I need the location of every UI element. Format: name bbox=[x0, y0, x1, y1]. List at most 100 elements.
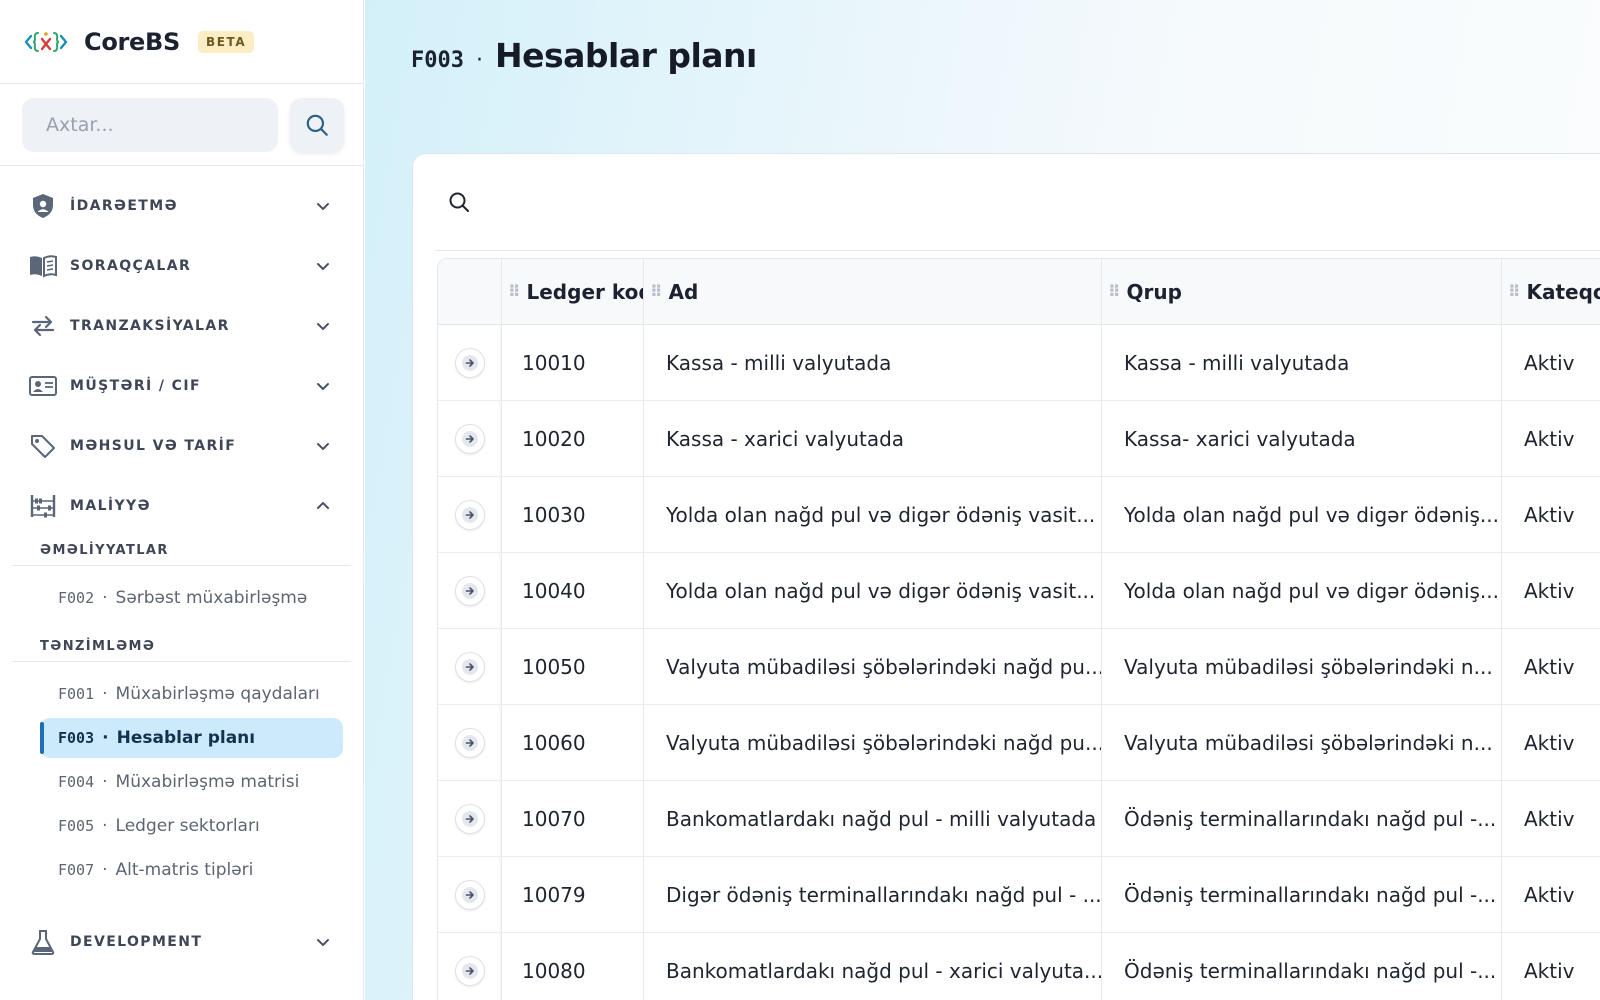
shield-user-icon bbox=[28, 191, 58, 221]
item-separator: · bbox=[102, 588, 108, 608]
open-row-button[interactable] bbox=[454, 347, 485, 378]
column-label: Qrup bbox=[1126, 279, 1182, 304]
arrow-right-icon bbox=[461, 658, 478, 675]
cell-group: Yolda olan nağd pul və digər ödəniş... bbox=[1102, 477, 1502, 552]
sidebar-item-f004[interactable]: F004 · Müxabirləşmə matrisi bbox=[40, 762, 343, 802]
arrow-right-icon bbox=[461, 354, 478, 371]
drag-handle-icon[interactable]: ⠿ bbox=[1508, 282, 1520, 301]
open-row-button[interactable] bbox=[454, 803, 485, 834]
table-row[interactable]: 10080 Bankomatlardakı nağd pul - xarici v… bbox=[438, 933, 1600, 1000]
cell-category: Aktiv bbox=[1524, 350, 1575, 375]
beta-badge: BETA bbox=[198, 30, 255, 53]
cell-ledger-code: 10040 bbox=[502, 553, 644, 628]
drag-handle-icon[interactable]: ⠿ bbox=[1108, 282, 1120, 301]
column-header-ledger-code[interactable]: ⠿ Ledger kodu bbox=[502, 259, 644, 324]
chevron-down-icon bbox=[317, 939, 329, 947]
table-row[interactable]: 10030 Yolda olan nağd pul və digər ödəniş… bbox=[438, 477, 1600, 553]
row-action-cell bbox=[438, 401, 502, 476]
item-code: F005 bbox=[58, 817, 95, 835]
card-divider bbox=[435, 250, 1600, 251]
cell-ledger-code: 10060 bbox=[502, 705, 644, 780]
sidebar-item-f003[interactable]: F003 · Hesablar planı bbox=[40, 718, 343, 758]
cell-category: Aktiv bbox=[1524, 806, 1575, 831]
cell-name: Valyuta mübadiləsi şöbələrindəki nağd pu… bbox=[644, 705, 1102, 780]
open-row-button[interactable] bbox=[454, 879, 485, 910]
nav-group-idaretme[interactable]: İDARƏETMƏ bbox=[0, 176, 363, 236]
cell-ledger-code: 10020 bbox=[502, 401, 644, 476]
open-row-button[interactable] bbox=[454, 575, 485, 606]
nav-group-soraqcalar[interactable]: SORAQÇALAR bbox=[0, 236, 363, 296]
table-row[interactable]: 10060 Valyuta mübadiləsi şöbələrindəki na… bbox=[438, 705, 1600, 781]
column-header-group[interactable]: ⠿ Qrup bbox=[1102, 259, 1502, 324]
cell-name: Yolda olan nağd pul və digər ödəniş vasi… bbox=[644, 477, 1102, 552]
arrow-right-icon bbox=[461, 582, 478, 599]
table-search[interactable] bbox=[413, 154, 1600, 250]
sidebar-nav: İDARƏETMƏ SORAQÇALAR TRANZAKSİYALAR MÜŞT… bbox=[0, 166, 363, 972]
cell-ledger-code: 10010 bbox=[502, 325, 644, 400]
nav-group-tranzaksiyalar[interactable]: TRANZAKSİYALAR bbox=[0, 296, 363, 356]
nav-group-label: DEVELOPMENT bbox=[70, 934, 203, 950]
sidebar-search bbox=[0, 84, 363, 166]
cell-name: Bankomatlardakı nağd pul - xarici valyut… bbox=[644, 933, 1102, 1000]
main-content: F003 · Hesablar planı ⠿ Ledger kodu ⠿ Ad bbox=[365, 0, 1600, 1000]
drag-handle-icon[interactable]: ⠿ bbox=[508, 282, 520, 301]
sidebar-item-f005[interactable]: F005 · Ledger sektorları bbox=[40, 806, 343, 846]
row-action-cell bbox=[438, 629, 502, 704]
row-action-cell bbox=[438, 857, 502, 932]
table-row[interactable]: 10040 Yolda olan nağd pul və digər ödəniş… bbox=[438, 553, 1600, 629]
column-header-name[interactable]: ⠿ Ad bbox=[644, 259, 1102, 324]
tag-icon bbox=[28, 431, 58, 461]
nav-group-label: MƏHSUL VƏ TARİF bbox=[70, 438, 237, 454]
search-icon bbox=[306, 114, 328, 136]
sidebar-item-f002[interactable]: F002 · Sərbəst müxabirləşmə bbox=[40, 578, 343, 618]
sidebar-item-f007[interactable]: F007 · Alt-matris tipləri bbox=[40, 850, 343, 890]
cell-category: Aktiv bbox=[1524, 426, 1575, 451]
item-separator: · bbox=[102, 684, 108, 704]
item-code: F003 bbox=[58, 729, 95, 747]
table-row[interactable]: 10020 Kassa - xarici valyutada Kassa- xari… bbox=[438, 401, 1600, 477]
arrow-right-icon bbox=[461, 962, 478, 979]
brand-name: CoreBS bbox=[84, 27, 180, 56]
nav-group-development[interactable]: DEVELOPMENT bbox=[0, 912, 363, 972]
nav-group-mehsul-tarif[interactable]: MƏHSUL VƏ TARİF bbox=[0, 416, 363, 476]
nav-group-musteri-cif[interactable]: MÜŞTƏRİ / CIF bbox=[0, 356, 363, 416]
sidebar-search-input[interactable] bbox=[22, 97, 278, 152]
cell-group: Yolda olan nağd pul və digər ödəniş... bbox=[1102, 553, 1502, 628]
cell-category: Aktiv bbox=[1524, 578, 1575, 603]
cell-category: Aktiv bbox=[1524, 654, 1575, 679]
open-row-button[interactable] bbox=[454, 651, 485, 682]
item-code: F004 bbox=[58, 773, 95, 791]
flask-icon bbox=[28, 927, 58, 957]
nav-group-label: MALİYYƏ bbox=[70, 498, 151, 514]
open-row-button[interactable] bbox=[454, 499, 485, 530]
chevron-down-icon bbox=[317, 263, 329, 271]
row-action-cell bbox=[438, 705, 502, 780]
cell-group: Valyuta mübadiləsi şöbələrindəki n... bbox=[1102, 705, 1502, 780]
open-row-button[interactable] bbox=[454, 727, 485, 758]
nav-group-maliyye[interactable]: MALİYYƏ bbox=[0, 476, 363, 536]
search-icon[interactable] bbox=[447, 190, 471, 214]
nav-group-label: İDARƏETMƏ bbox=[70, 198, 178, 214]
table-row[interactable]: 10079 Digər ödəniş terminallarındakı nağd… bbox=[438, 857, 1600, 933]
brand-header: CoreBS BETA bbox=[0, 0, 363, 84]
sidebar-item-f001[interactable]: F001 · Müxabirləşmə qaydaları bbox=[40, 674, 343, 714]
section-label-operations: ƏMƏLİYYATLAR bbox=[12, 536, 351, 566]
row-action-cell bbox=[438, 325, 502, 400]
open-row-button[interactable] bbox=[454, 423, 485, 454]
item-separator: · bbox=[102, 728, 109, 748]
chevron-down-icon bbox=[317, 323, 329, 331]
column-header-category[interactable]: ⠿ Kateqor bbox=[1502, 259, 1600, 324]
cell-name: Kassa - milli valyutada bbox=[644, 325, 1102, 400]
sidebar-search-button[interactable] bbox=[290, 97, 344, 152]
item-label: Müxabirləşmə qaydaları bbox=[115, 684, 320, 704]
cell-category: Aktiv bbox=[1524, 502, 1575, 527]
ledger-table: ⠿ Ledger kodu ⠿ Ad ⠿ Qrup ⠿ Kateqor 1001… bbox=[437, 258, 1600, 1000]
cell-ledger-code: 10079 bbox=[502, 857, 644, 932]
table-row[interactable]: 10070 Bankomatlardakı nağd pul - milli va… bbox=[438, 781, 1600, 857]
open-row-button[interactable] bbox=[454, 955, 485, 986]
table-row[interactable]: 10010 Kassa - milli valyutada Kassa - mill… bbox=[438, 325, 1600, 401]
cell-group: Ödəniş terminallarındakı nağd pul -... bbox=[1102, 857, 1502, 932]
table-row[interactable]: 10050 Valyuta mübadiləsi şöbələrindəki na… bbox=[438, 629, 1600, 705]
drag-handle-icon[interactable]: ⠿ bbox=[650, 282, 662, 301]
cell-group: Ödəniş terminallarındakı nağd pul -... bbox=[1102, 781, 1502, 856]
